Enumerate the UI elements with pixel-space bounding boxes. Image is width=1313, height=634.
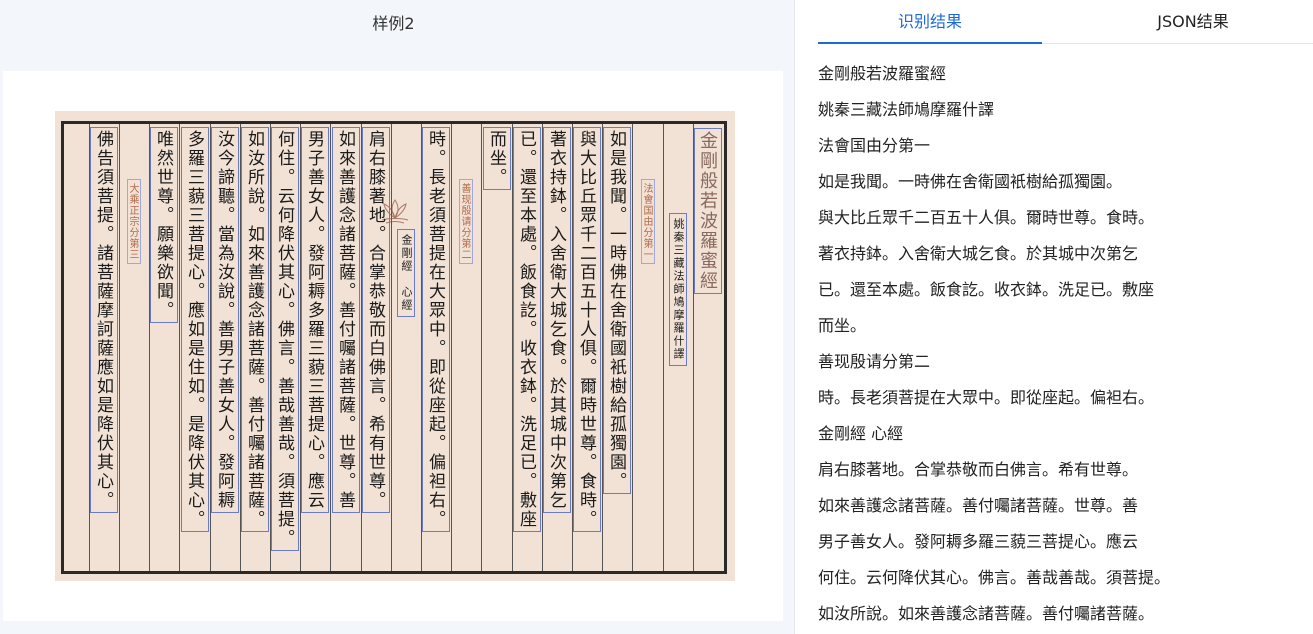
scroll-subtitle-column: 金剛經 心經	[397, 229, 415, 317]
right-panel: 识别结果 JSON结果 金剛般若波羅蜜經姚秦三藏法師鳩摩羅什譯 法會国由分第一如是…	[795, 0, 1313, 634]
left-panel: 样例2 金剛般若波羅蜜經 姚秦三藏法師鳩摩羅什譯 法會国由分第一 如是我聞。一時佛在舍…	[0, 0, 794, 634]
column-rule	[451, 124, 452, 571]
scroll-subtitle-column: 姚秦三藏法師鳩摩羅什譯	[669, 213, 687, 366]
scroll-image: 金剛般若波羅蜜經 姚秦三藏法師鳩摩羅什譯 法會国由分第一 如是我聞。一時佛在舍衛國衹樹…	[55, 111, 735, 581]
result-line: 與大比丘眾千二百五十人俱。爾時世尊。食時。	[818, 208, 1155, 227]
scroll-text-column: 汝今諦聽。當為汝說。善男子善女人。發阿耨	[211, 127, 239, 513]
scroll-text-column: 而坐。	[483, 127, 511, 190]
sample-title: 样例2	[372, 14, 415, 33]
column-rule	[632, 124, 633, 571]
scroll-chapter-label: 大乘正宗分第三	[127, 179, 141, 264]
scroll-chapter-label: 善现殷请分第二	[459, 179, 473, 264]
result-line: 金剛經 心經	[818, 424, 904, 443]
column-rule	[663, 124, 664, 571]
result-line: 如汝所說。如來善護念諸菩薩。善付囑諸菩薩。	[818, 604, 1155, 623]
result-line: 肩右膝著地。合掌恭敬而白佛言。希有世尊。	[818, 460, 1139, 479]
scroll-text-column: 時。長老須菩提在大眾中。即從座起。偏袒右。	[422, 127, 450, 532]
result-line: 法會国由分第一	[818, 136, 931, 155]
result-line: 時。長老須菩提在大眾中。即從座起。偏袒右。	[818, 388, 1155, 407]
result-line: 善现殷请分第二	[818, 352, 931, 371]
result-line: 而坐。	[818, 316, 867, 335]
scroll-text-column: 與大比丘眾千二百五十人俱。爾時世尊。食時。	[573, 127, 601, 532]
result-line: 如來善護念諸菩薩。善付囑諸菩薩。世尊。善	[818, 496, 1139, 515]
scroll-text-column: 男子善女人。發阿耨多羅三藐三菩提心。應云	[301, 127, 329, 513]
scroll-text-column: 如來善護念諸菩薩。善付囑諸菩薩。世尊。善	[332, 127, 360, 513]
result-line: 著衣持鉢。入舍衛大城乞食。於其城中次第乞	[818, 244, 1139, 263]
result-list: 金剛般若波羅蜜經姚秦三藏法師鳩摩羅什譯 法會国由分第一如是我聞。一時佛在舍衛國衹樹…	[818, 62, 1298, 634]
scroll-text-column: 何住。云何降伏其心。佛言。善哉善哉。須菩提。	[271, 127, 299, 551]
scroll-text-column: 佛告須菩提。諸菩薩摩訶薩應如是降伏其心。	[90, 127, 118, 513]
column-rule	[391, 124, 392, 571]
scroll-chapter-label: 法會国由分第一	[641, 179, 655, 264]
active-tab-indicator	[818, 42, 1042, 44]
scroll-text-column: 肩右膝著地。合掌恭敬而白佛言。希有世尊。	[362, 127, 390, 513]
scroll-title-column: 金剛般若波羅蜜經	[694, 128, 722, 294]
result-line: 如是我聞。一時佛在舍衛國衹樹給孤獨園。	[818, 172, 1123, 191]
scroll-text-column: 如是我聞。一時佛在舍衛國衹樹給孤獨園。	[603, 127, 631, 494]
column-rule	[481, 124, 482, 571]
result-line: 已。還至本處。飯食訖。收衣鉢。洗足已。敷座	[818, 280, 1155, 299]
tab-recognition-result[interactable]: 识别结果	[818, 8, 1042, 38]
result-line: 金剛般若波羅蜜經	[818, 64, 947, 83]
scroll-text-column: 多羅三藐三菩提心。應如是住如。是降伏其心。	[181, 127, 209, 532]
result-line: 何住。云何降伏其心。佛言。善哉善哉。須菩提。	[818, 568, 1171, 587]
image-preview: 金剛般若波羅蜜經 姚秦三藏法師鳩摩羅什譯 法會国由分第一 如是我聞。一時佛在舍衛國衹樹…	[3, 71, 783, 621]
column-rule	[119, 124, 120, 571]
result-line: 姚秦三藏法師鳩摩羅什譯	[818, 100, 995, 119]
scroll-text-column: 如汝所說。如來善護念諸菩薩。善付囑諸菩薩。	[241, 127, 269, 532]
scroll-text-column: 唯然世尊。願樂欲聞。	[150, 127, 178, 323]
scroll-text-column: 著衣持鉢。入舍衛大城乞食。於其城中次第乞	[543, 127, 571, 513]
result-line: 男子善女人。發阿耨多羅三藐三菩提心。應云	[818, 532, 1139, 551]
scroll-text-column: 已。還至本處。飯食訖。收衣鉢。洗足已。敷座	[513, 127, 541, 532]
tab-json-result[interactable]: JSON结果	[1081, 8, 1305, 38]
